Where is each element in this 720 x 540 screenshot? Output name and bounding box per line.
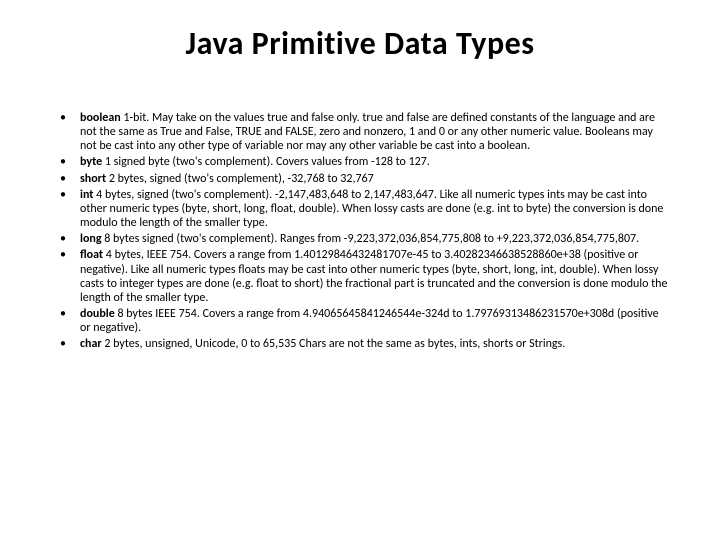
desc: 4 bytes, signed (two's complement). -2,1…: [80, 188, 663, 230]
desc: 8 bytes IEEE 754. Covers a range from 4.…: [80, 307, 659, 335]
slide: Java Primitive Data Types boolean 1-bit.…: [0, 0, 720, 540]
term: double: [80, 307, 115, 321]
desc: 2 bytes, signed (two's complement), -32,…: [106, 172, 374, 186]
list-item: boolean 1-bit. May take on the values tr…: [56, 111, 668, 153]
term: boolean: [80, 111, 121, 125]
term: long: [80, 232, 102, 246]
list-item: float 4 bytes, IEEE 754. Covers a range …: [56, 248, 668, 305]
term: byte: [80, 155, 102, 169]
list-item: byte 1 signed byte (two's complement). C…: [56, 155, 668, 169]
term: short: [80, 172, 106, 186]
desc: 8 bytes signed (two's complement). Range…: [102, 232, 640, 246]
page-title: Java Primitive Data Types: [48, 24, 672, 63]
list-item: long 8 bytes signed (two's complement). …: [56, 232, 668, 246]
term: float: [80, 248, 103, 262]
term: char: [80, 337, 102, 351]
bullet-list: boolean 1-bit. May take on the values tr…: [48, 111, 672, 352]
desc: 2 bytes, unsigned, Unicode, 0 to 65,535 …: [102, 337, 566, 351]
desc: 1 signed byte (two's complement). Covers…: [102, 155, 430, 169]
list-item: int 4 bytes, signed (two's complement). …: [56, 188, 668, 230]
desc: 1-bit. May take on the values true and f…: [80, 111, 655, 153]
list-item: char 2 bytes, unsigned, Unicode, 0 to 65…: [56, 337, 668, 351]
list-item: double 8 bytes IEEE 754. Covers a range …: [56, 307, 668, 335]
desc: 4 bytes, IEEE 754. Covers a range from 1…: [80, 248, 667, 304]
list-item: short 2 bytes, signed (two's complement)…: [56, 172, 668, 186]
term: int: [80, 188, 93, 202]
